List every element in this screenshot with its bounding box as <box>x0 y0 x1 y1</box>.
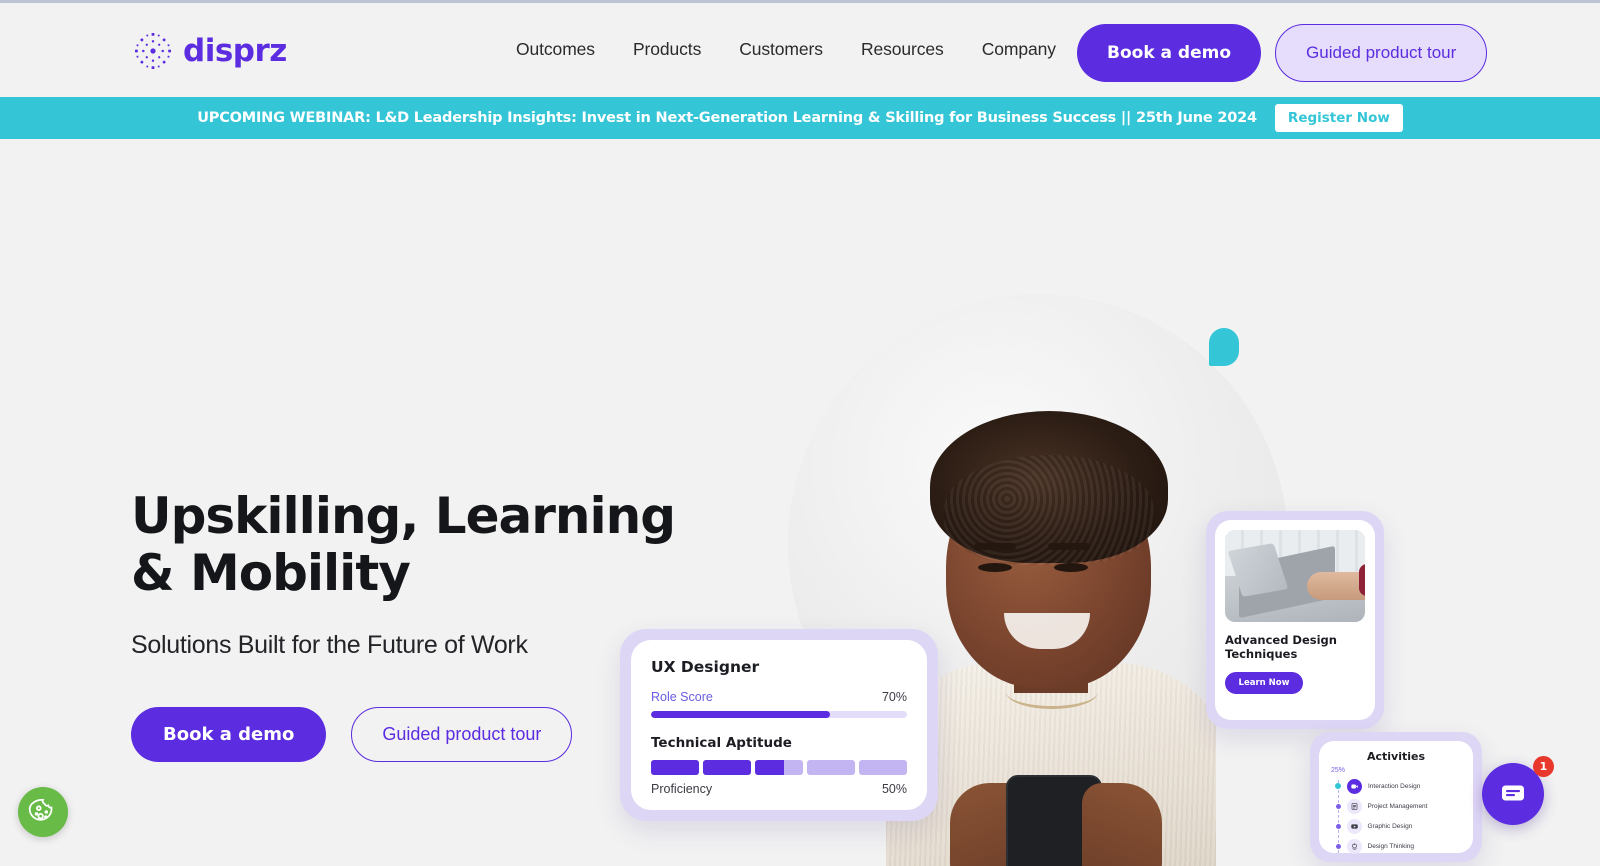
announcement-text: UPCOMING WEBINAR: L&D Leadership Insight… <box>197 110 1257 126</box>
lightbulb-hand-icon <box>1346 838 1362 854</box>
header-cta-group: Book a demo Guided product tour <box>1077 24 1488 82</box>
hero-guided-tour-button[interactable]: Guided product tour <box>351 707 573 762</box>
laptop-typing-photo <box>1225 530 1365 622</box>
site-header: disprz Outcomes Products Customers Resou… <box>0 3 1600 97</box>
ux-designer-card: UX Designer Role Score 70% Technical Apt… <box>620 629 938 821</box>
proficiency-segment <box>859 760 907 775</box>
activities-progress: 25% <box>1331 767 1346 774</box>
page-root: disprz Outcomes Products Customers Resou… <box>0 0 1600 866</box>
video-camera-icon <box>1347 778 1362 794</box>
ux-card-title: UX Designer <box>651 658 760 676</box>
activity-timeline-dot <box>1335 803 1341 809</box>
role-score-label: Role Score <box>651 690 713 704</box>
proficiency-segment <box>651 760 699 775</box>
activity-item[interactable]: Design Thinking <box>1329 836 1463 856</box>
learn-now-button[interactable]: Learn Now <box>1225 671 1303 694</box>
chat-unread-badge: 1 <box>1533 756 1554 777</box>
proficiency-segment <box>755 760 803 775</box>
proficiency-segments <box>651 760 907 775</box>
proficiency-value: 50% <box>881 782 907 796</box>
main-nav: Outcomes Products Customers Resources Co… <box>497 39 1075 60</box>
hero-book-demo-button[interactable]: Book a demo <box>131 707 327 762</box>
nav-item-products[interactable]: Products <box>614 39 720 60</box>
nav-item-company[interactable]: Company <box>963 39 1075 60</box>
hero-section: Upskilling, Learning & Mobility Solution… <box>0 139 1600 866</box>
chat-bubble-icon <box>1499 779 1527 810</box>
announcement-bar: UPCOMING WEBINAR: L&D Leadership Insight… <box>0 97 1600 139</box>
document-list-icon <box>1346 798 1362 814</box>
role-score-progress-bar <box>651 711 907 718</box>
particle-starburst-icon <box>131 29 175 73</box>
proficiency-segment <box>703 760 751 775</box>
technical-aptitude-label: Technical Aptitude <box>651 735 792 751</box>
proficiency-label: Proficiency <box>651 782 713 796</box>
hero-artwork: UX Designer Role Score 70% Technical Apt… <box>618 279 1518 866</box>
activity-label: Design Thinking <box>1367 842 1415 850</box>
activity-timeline-dot <box>1335 843 1341 849</box>
nav-item-resources[interactable]: Resources <box>842 39 963 60</box>
proficiency-segment <box>807 760 855 775</box>
cookie-icon <box>28 796 58 829</box>
brand-logo[interactable]: disprz <box>131 29 287 73</box>
activities-list: Interaction Design Project Management Grap… <box>1329 776 1463 856</box>
header-guided-tour-button[interactable]: Guided product tour <box>1275 24 1488 82</box>
activity-item[interactable]: Interaction Design <box>1329 776 1463 796</box>
advanced-design-card: Advanced Design Techniques Learn Now <box>1206 511 1384 729</box>
nav-item-customers[interactable]: Customers <box>720 39 842 60</box>
activity-label: Project Management <box>1367 802 1428 810</box>
activity-timeline-dot <box>1335 823 1341 829</box>
activities-card: Activities 25% Interaction Design Project… <box>1310 732 1482 862</box>
register-now-button[interactable]: Register Now <box>1274 104 1403 132</box>
activity-label: Graphic Design <box>1367 822 1413 830</box>
activity-item[interactable]: Project Management <box>1329 796 1463 816</box>
activity-timeline-dot <box>1335 783 1341 789</box>
header-book-demo-button[interactable]: Book a demo <box>1077 24 1262 82</box>
activity-label: Interaction Design <box>1368 782 1421 790</box>
cookie-settings-button[interactable] <box>18 787 68 837</box>
decor-teal-shape-top <box>1209 328 1239 366</box>
nav-item-outcomes[interactable]: Outcomes <box>497 39 614 60</box>
activity-item[interactable]: Graphic Design <box>1329 816 1463 836</box>
role-score-value: 70% <box>881 690 907 704</box>
advanced-design-title: Advanced Design Techniques <box>1225 633 1337 662</box>
brand-name: disprz <box>183 33 287 69</box>
youtube-icon <box>1346 818 1362 834</box>
activities-title: Activities <box>1366 750 1426 763</box>
